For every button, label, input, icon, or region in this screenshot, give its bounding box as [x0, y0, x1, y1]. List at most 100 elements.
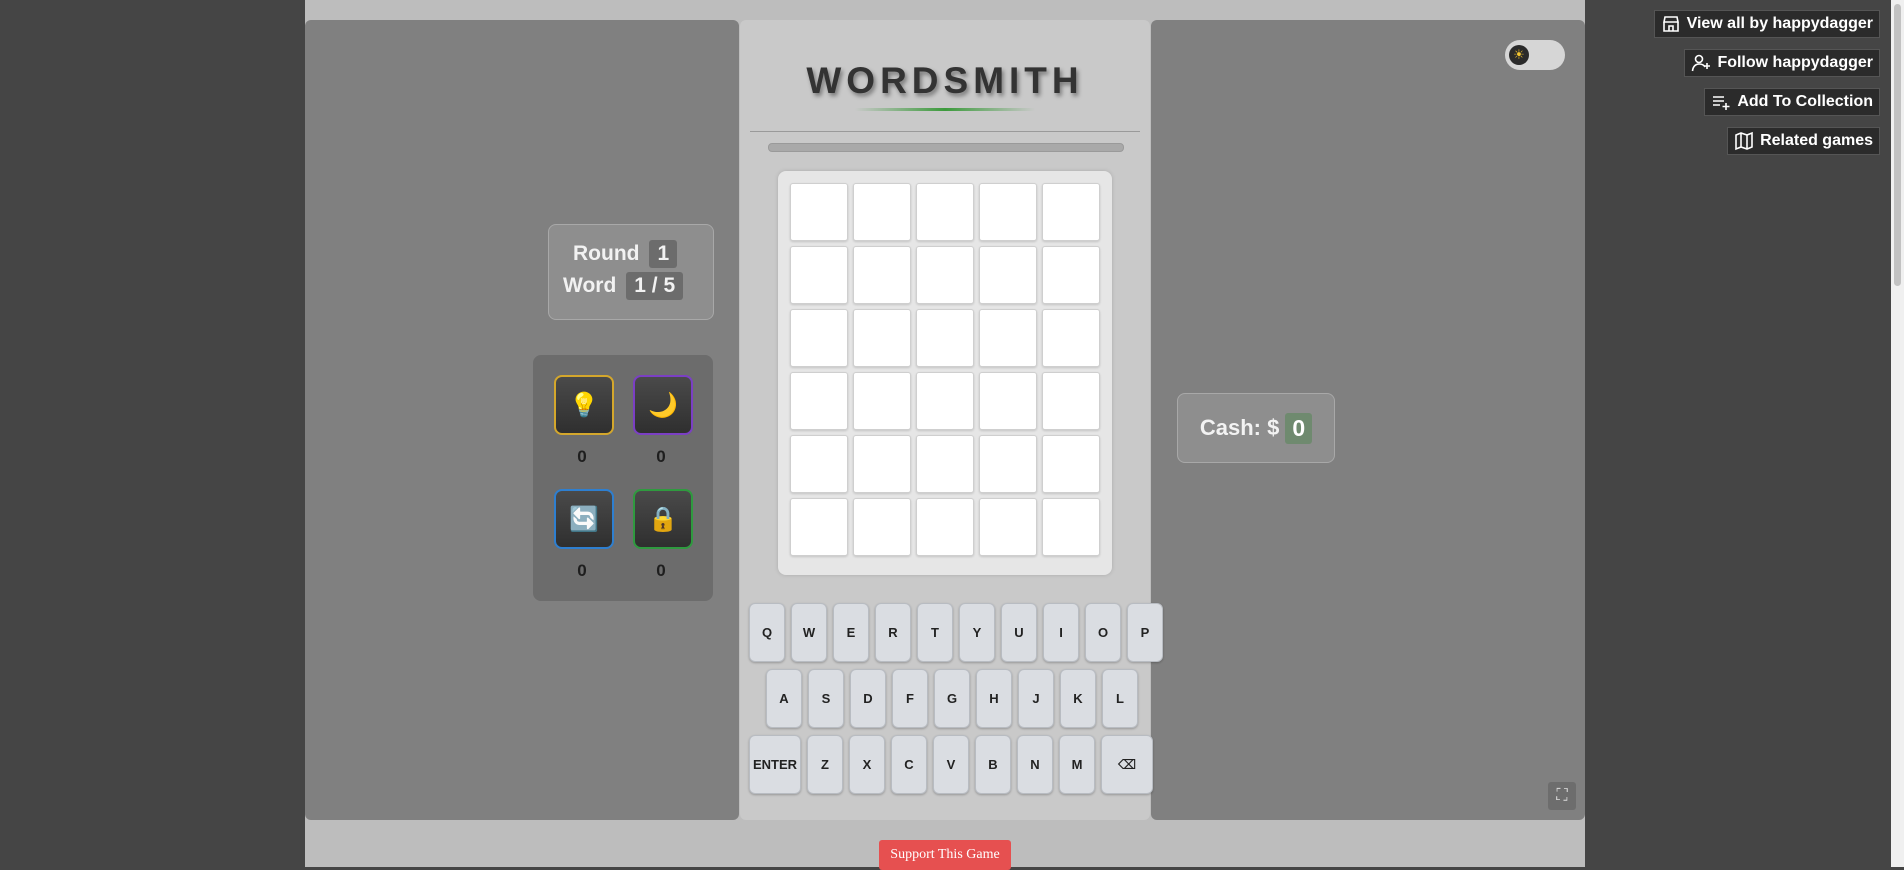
letter-tile — [979, 498, 1037, 556]
center-panel: WORDSMITH QWERTYUIOP ASDFGHJKL ENTER Z X C V… — [740, 20, 1163, 820]
letter-tile — [790, 372, 848, 430]
tile-grid — [790, 183, 1100, 556]
letter-tile — [1042, 372, 1100, 430]
lock-powerup-button[interactable]: 🔒 — [633, 489, 693, 549]
letter-tile — [916, 435, 974, 493]
letter-tile — [853, 183, 911, 241]
cash-value: 0 — [1285, 412, 1313, 444]
key-r[interactable]: R — [875, 603, 911, 662]
letter-tile — [790, 246, 848, 304]
key-g[interactable]: G — [934, 669, 970, 728]
key-l[interactable]: L — [1102, 669, 1138, 728]
key-d[interactable]: D — [850, 669, 886, 728]
view-all-label: View all by happydagger — [1686, 15, 1873, 32]
key-w[interactable]: W — [791, 603, 827, 662]
key-o[interactable]: O — [1085, 603, 1121, 662]
letter-tile — [853, 435, 911, 493]
refresh-powerup-button[interactable]: 🔄 — [554, 489, 614, 549]
letter-tile — [916, 183, 974, 241]
letter-tile — [916, 372, 974, 430]
sun-icon: ☀ — [1509, 45, 1529, 65]
letter-tile — [1042, 435, 1100, 493]
letter-tile — [916, 498, 974, 556]
key-s[interactable]: S — [808, 669, 844, 728]
scrollbar[interactable] — [1891, 0, 1904, 867]
backspace-key[interactable]: ⌫ — [1101, 735, 1153, 794]
letter-tile — [1042, 183, 1100, 241]
key-u[interactable]: U — [1001, 603, 1037, 662]
scrollbar-thumb[interactable] — [1894, 4, 1901, 286]
theme-toggle[interactable]: ☀ — [1505, 40, 1565, 70]
moon-icon: 🌙 — [648, 391, 678, 419]
key-t[interactable]: T — [917, 603, 953, 662]
keyboard-row-3: ENTER Z X C V B N M ⌫ — [749, 735, 1153, 794]
round-word-panel: Round 1 Word 1 / 5 — [548, 224, 714, 320]
cash-label: Cash: $ — [1199, 415, 1280, 440]
moon-powerup-button[interactable]: 🌙 — [633, 375, 693, 435]
letter-tile — [853, 309, 911, 367]
letter-tile — [979, 309, 1037, 367]
round-label: Round — [573, 242, 640, 265]
game-title: WORDSMITH — [806, 60, 1084, 101]
letter-tile — [916, 246, 974, 304]
fullscreen-icon: ⛶ — [1556, 787, 1568, 804]
key-a[interactable]: A — [766, 669, 802, 728]
hint-powerup-button[interactable]: 💡 — [554, 375, 614, 435]
key-h[interactable]: H — [976, 669, 1012, 728]
word-board — [778, 171, 1112, 575]
related-games-button[interactable]: Related games — [1727, 127, 1880, 155]
letter-tile — [979, 435, 1037, 493]
follow-button[interactable]: Follow happydagger — [1684, 49, 1880, 77]
lightbulb-icon: 💡 — [569, 391, 599, 419]
letter-tile — [979, 372, 1037, 430]
key-i[interactable]: I — [1043, 603, 1079, 662]
key-y[interactable]: Y — [959, 603, 995, 662]
keyboard-row-1: QWERTYUIOP — [749, 603, 1163, 662]
cash-panel: Cash: $ 0 — [1177, 393, 1335, 463]
playlist-add-icon — [1713, 96, 1730, 110]
key-k[interactable]: K — [1060, 669, 1096, 728]
follow-label: Follow happydagger — [1717, 54, 1873, 71]
letter-tile — [1042, 498, 1100, 556]
refresh-powerup-count: 0 — [577, 561, 587, 580]
related-games-label: Related games — [1760, 132, 1873, 149]
title-underline — [855, 108, 1035, 111]
moon-powerup-count: 0 — [656, 447, 666, 466]
key-p[interactable]: P — [1127, 603, 1163, 662]
round-value: 1 — [649, 240, 678, 268]
add-collection-button[interactable]: Add To Collection — [1704, 88, 1880, 116]
support-button[interactable]: Support This Game — [879, 840, 1011, 870]
map-icon — [1735, 131, 1753, 151]
letter-tile — [790, 309, 848, 367]
letter-tile — [790, 498, 848, 556]
key-f[interactable]: F — [892, 669, 928, 728]
word-row: Word 1 / 5 — [563, 272, 684, 300]
key-n[interactable]: N — [1017, 735, 1053, 794]
letter-tile — [790, 183, 848, 241]
hint-powerup-count: 0 — [577, 447, 587, 466]
key-e[interactable]: E — [833, 603, 869, 662]
refresh-icon: 🔄 — [569, 505, 599, 533]
key-m[interactable]: M — [1059, 735, 1095, 794]
key-x[interactable]: X — [849, 735, 885, 794]
word-label: Word — [563, 274, 617, 297]
key-c[interactable]: C — [891, 735, 927, 794]
store-icon — [1662, 16, 1679, 32]
letter-tile — [979, 183, 1037, 241]
key-q[interactable]: Q — [749, 603, 785, 662]
letter-tile — [1042, 246, 1100, 304]
key-z[interactable]: Z — [807, 735, 843, 794]
divider — [750, 131, 1140, 132]
letter-tile — [853, 372, 911, 430]
key-j[interactable]: J — [1018, 669, 1054, 728]
keyboard-row-2: ASDFGHJKL — [766, 669, 1138, 728]
key-b[interactable]: B — [975, 735, 1011, 794]
letter-tile — [790, 435, 848, 493]
round-row: Round 1 — [573, 240, 678, 268]
fullscreen-button[interactable]: ⛶ — [1548, 782, 1576, 810]
progress-bar — [768, 143, 1124, 152]
letter-tile — [1042, 309, 1100, 367]
view-all-button[interactable]: View all by happydagger — [1653, 10, 1880, 38]
enter-key[interactable]: ENTER — [749, 735, 801, 794]
key-v[interactable]: V — [933, 735, 969, 794]
